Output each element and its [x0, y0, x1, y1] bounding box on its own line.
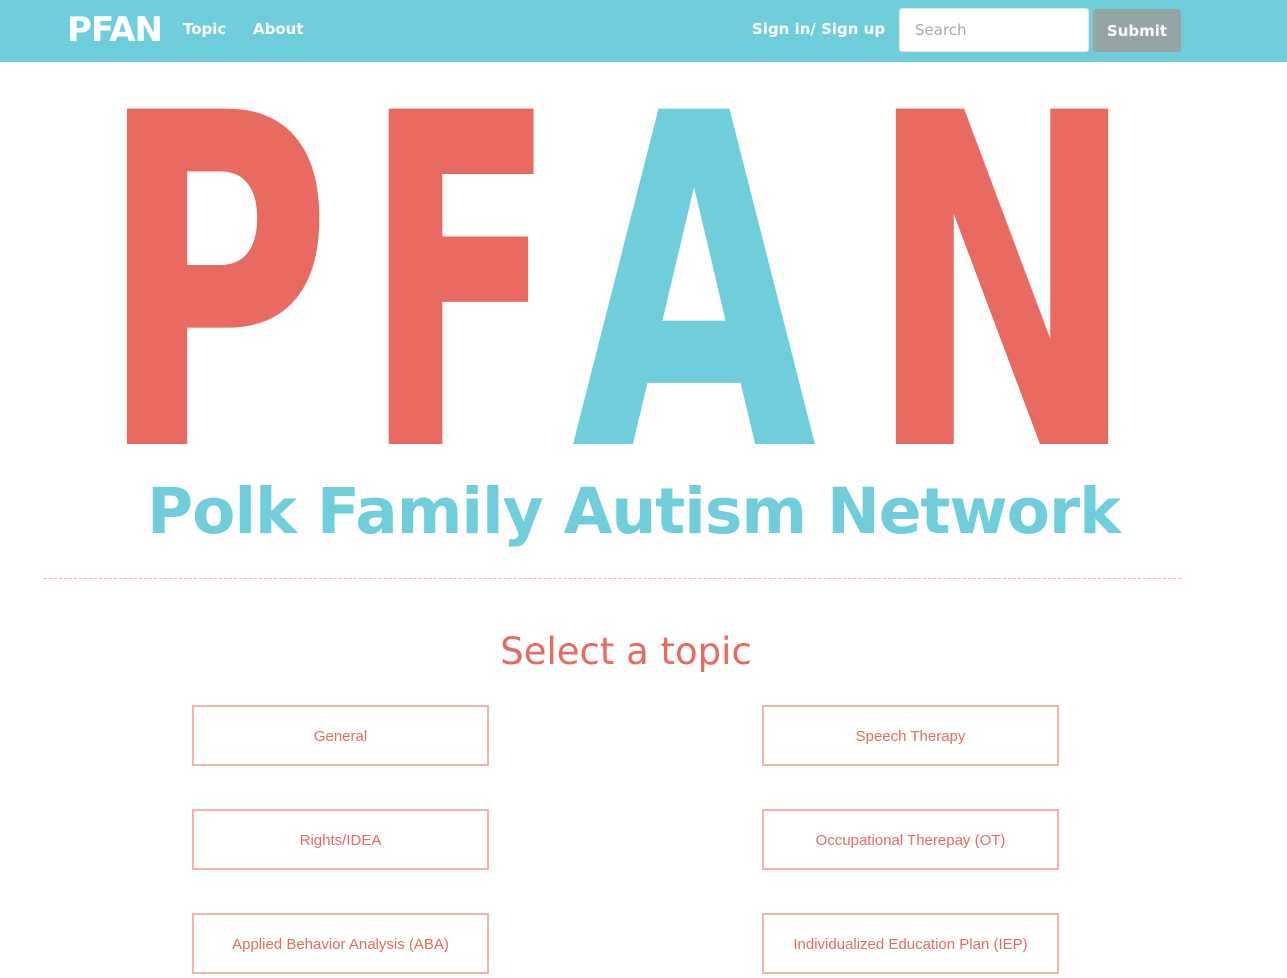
topic-button-rights-idea[interactable]: Rights/IDEA [192, 809, 489, 870]
logo-letter-n: N [866, 72, 1138, 462]
top-navbar: PFAN Topic About Sign in/ Sign up Submit [0, 0, 1287, 62]
topic-button-iep[interactable]: Individualized Education Plan (IEP) [762, 913, 1059, 974]
hero-pfan-logo: P F A N [98, 72, 1139, 462]
submit-button[interactable]: Submit [1093, 9, 1181, 52]
nav-link-topic[interactable]: Topic [183, 18, 226, 40]
topic-button-speech-therapy[interactable]: Speech Therapy [762, 705, 1059, 766]
logo-letter-p: P [98, 72, 333, 462]
topic-button-general[interactable]: General [192, 705, 489, 766]
hero-tagline: Polk Family Autism Network [147, 475, 1121, 548]
topic-button-aba[interactable]: Applied Behavior Analysis (ABA) [192, 913, 489, 974]
section-divider [44, 578, 1181, 579]
search-input[interactable] [899, 8, 1089, 52]
brand-logo[interactable]: PFAN [67, 8, 163, 52]
nav-link-about[interactable]: About [253, 18, 304, 40]
topic-button-occupational-therapy[interactable]: Occupational Therepay (OT) [762, 809, 1059, 870]
logo-letter-a: A [572, 72, 819, 462]
logo-letter-f: F [363, 72, 558, 462]
signin-signup-link[interactable]: Sign in/ Sign up [752, 18, 885, 40]
select-topic-heading: Select a topic [500, 630, 752, 673]
